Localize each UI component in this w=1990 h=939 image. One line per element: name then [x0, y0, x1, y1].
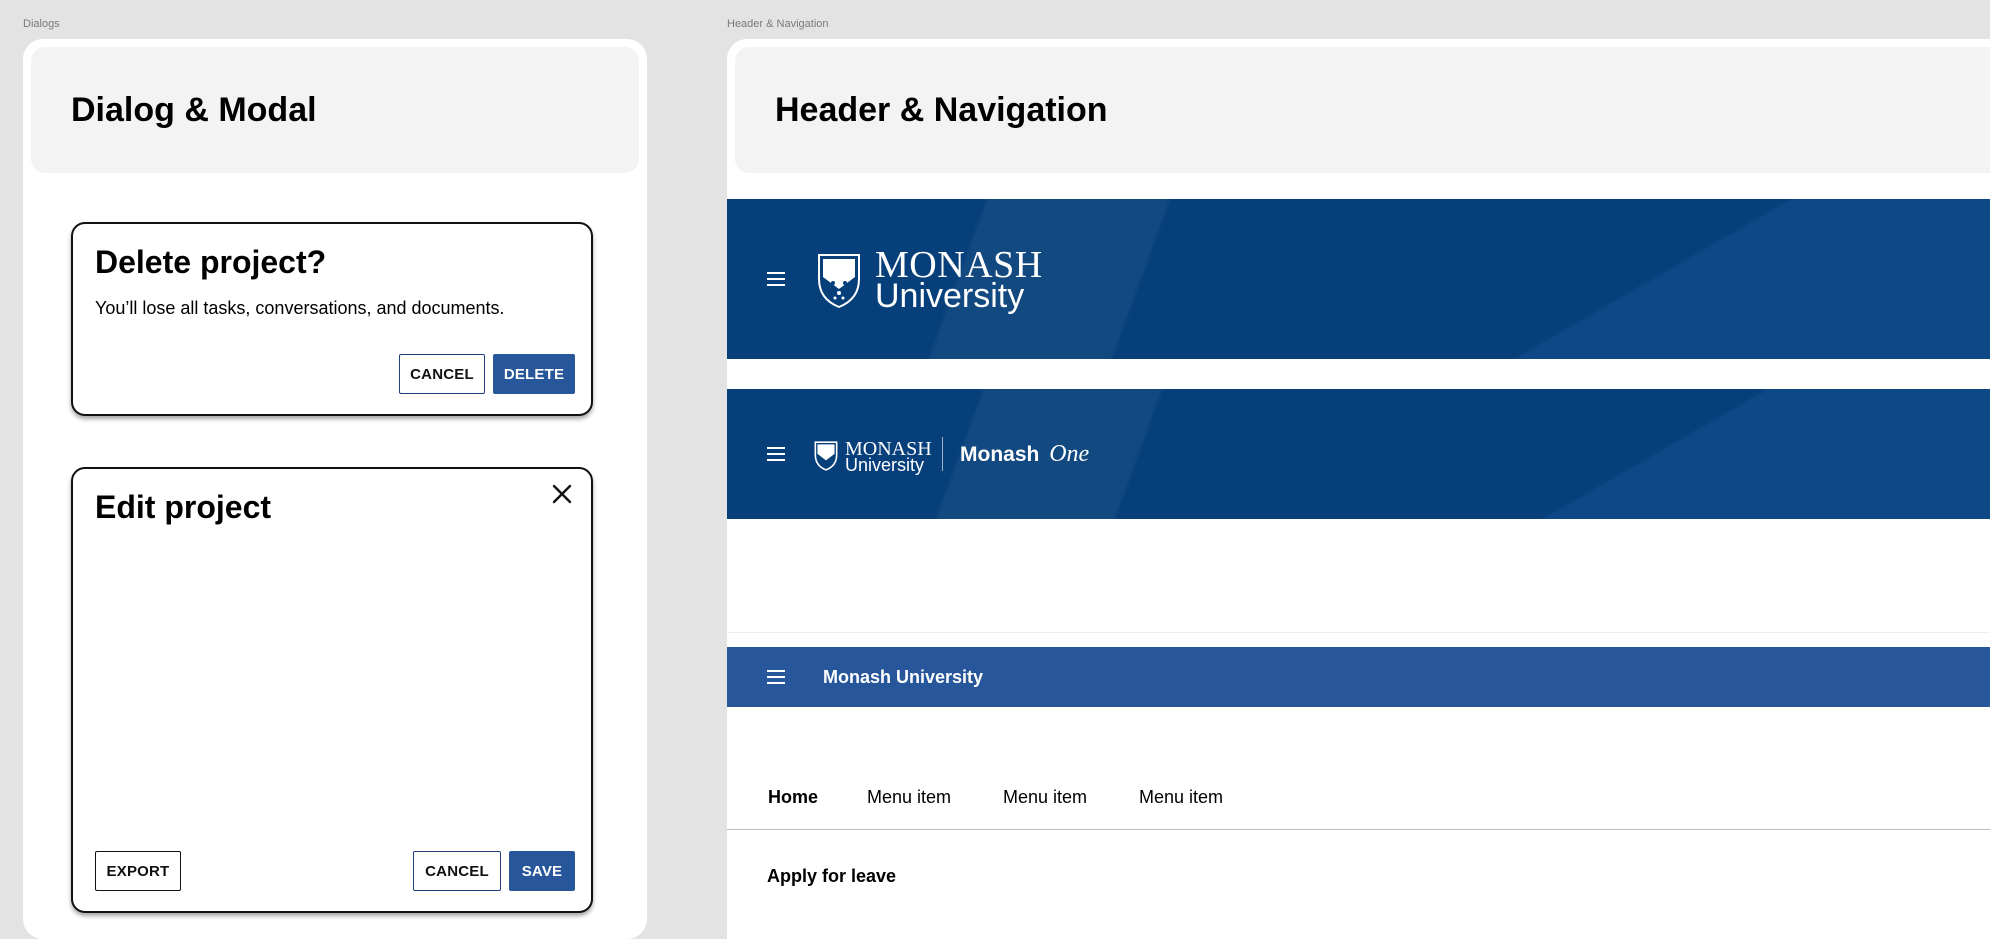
- menu-item[interactable]: Menu item: [867, 787, 951, 808]
- delete-button[interactable]: DELETE: [493, 354, 575, 394]
- monash-crest-icon: [814, 441, 838, 471]
- monash-header-banner: MONASH University: [727, 199, 1990, 359]
- logo-divider: [942, 437, 943, 471]
- export-button[interactable]: EXPORT: [95, 851, 181, 891]
- dialogs-frame-label: Dialogs: [23, 18, 60, 30]
- nav-frame-label: Header & Navigation: [727, 18, 829, 30]
- main-menu: Home Menu item Menu item Menu item: [727, 779, 1990, 830]
- menu-icon[interactable]: [767, 670, 785, 684]
- monash-crest-icon: [818, 254, 860, 309]
- dialogs-frame-header: Dialog & Modal: [31, 47, 639, 173]
- edit-project-dialog: Edit project EXPORT CANCEL SAVE: [71, 467, 593, 913]
- save-button[interactable]: SAVE: [509, 851, 575, 891]
- cancel-button[interactable]: CANCEL: [413, 851, 501, 891]
- divider: [727, 632, 1990, 633]
- delete-project-dialog: Delete project? You’ll lose all tasks, c…: [71, 222, 593, 416]
- menu-icon[interactable]: [767, 447, 785, 461]
- dialog-title: Edit project: [95, 489, 272, 525]
- logo-line2: University: [845, 455, 925, 475]
- menu-item-home[interactable]: Home: [768, 787, 818, 808]
- product-name: Monash One: [960, 441, 1089, 468]
- nav-frame-header: Header & Navigation: [735, 47, 1990, 173]
- cancel-button[interactable]: CANCEL: [399, 354, 485, 394]
- dialog-body: You’ll lose all tasks, conversations, an…: [95, 298, 505, 318]
- menu-item[interactable]: Menu item: [1139, 787, 1223, 808]
- dialogs-frame: Dialog & Modal Delete project? You’ll lo…: [23, 39, 647, 939]
- product-name-script: One: [1049, 441, 1090, 467]
- product-name-text: Monash: [960, 443, 1040, 466]
- nav-frame: Header & Navigation MONASH University MO…: [727, 39, 1990, 939]
- section-title: Apply for leave: [767, 866, 897, 886]
- page-title: Dialog & Modal: [71, 90, 317, 129]
- close-icon[interactable]: [551, 483, 573, 505]
- page-title: Header & Navigation: [775, 90, 1108, 129]
- app-bar: Monash University: [727, 647, 1990, 707]
- menu-icon[interactable]: [767, 272, 785, 286]
- monash-one-header-banner: MONASH University Monash One: [727, 389, 1990, 519]
- logo-line2: University: [875, 277, 1025, 315]
- app-bar-title: Monash University: [823, 667, 984, 687]
- menu-item[interactable]: Menu item: [1003, 787, 1087, 808]
- dialog-title: Delete project?: [95, 244, 327, 280]
